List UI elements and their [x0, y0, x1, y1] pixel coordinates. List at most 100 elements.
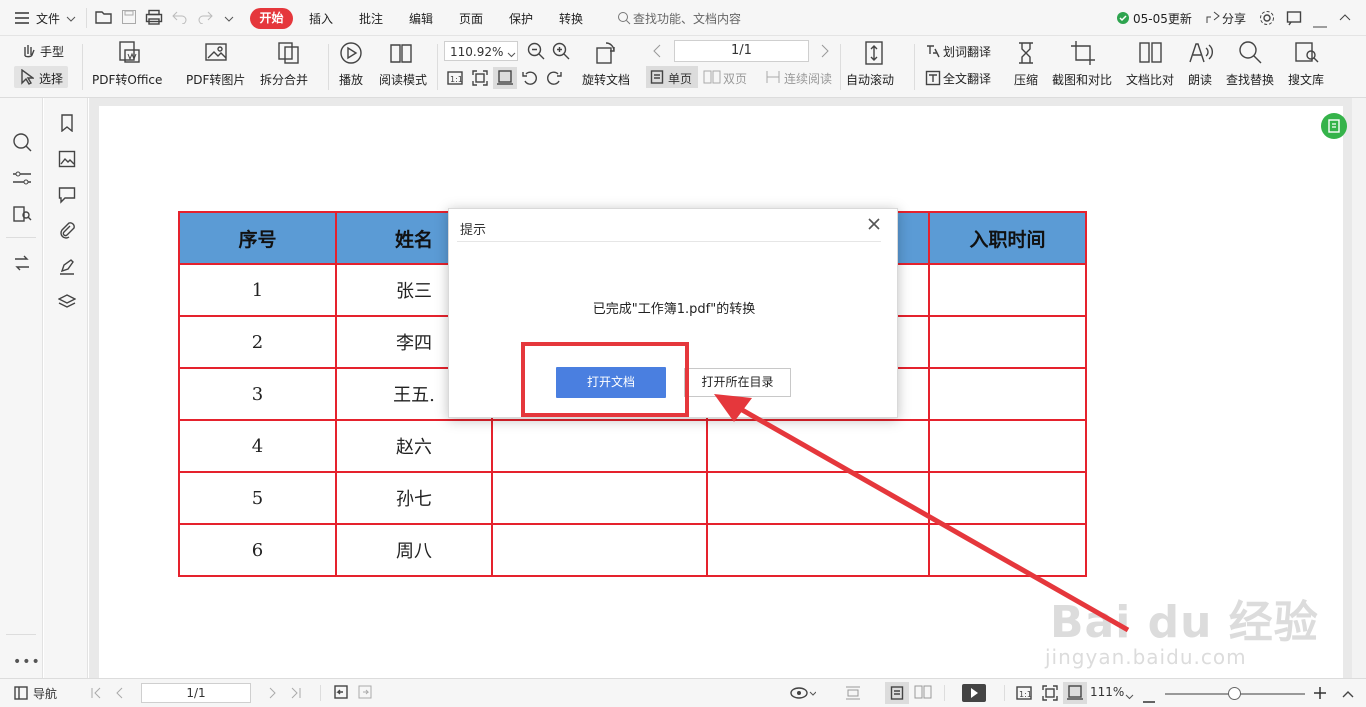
menu-icon[interactable]	[14, 11, 30, 25]
single-page-icon	[890, 686, 904, 703]
zoom-out-icon[interactable]	[1143, 692, 1155, 706]
zoom-slider-handle[interactable]	[1228, 687, 1241, 700]
minimize-icon[interactable]	[1313, 17, 1327, 31]
chevron-down-icon[interactable]	[66, 13, 76, 27]
search-library-button[interactable]: 搜文库	[1288, 71, 1324, 88]
pdf-to-image-button[interactable]: PDF转图片	[186, 71, 245, 88]
navigation-button[interactable]: 导航	[33, 685, 57, 702]
thumbnail-icon[interactable]	[58, 150, 76, 171]
back-icon[interactable]	[334, 685, 348, 702]
fit-width-button[interactable]	[1063, 682, 1087, 704]
prev-page-icon[interactable]	[652, 44, 662, 61]
update-status[interactable]: 05-05更新	[1133, 10, 1192, 27]
tab-start[interactable]: 开始	[250, 8, 293, 29]
find-replace-button[interactable]: 查找替换	[1226, 71, 1274, 88]
convert-icon[interactable]	[12, 253, 32, 273]
zoom-out-icon[interactable]	[527, 42, 545, 63]
signature-icon[interactable]	[58, 257, 76, 278]
menu-bar: 文件 开始 插入 批注 编辑 页面 保护 转换 查找功能、文档内容 05-05更…	[0, 0, 1366, 36]
tab-insert[interactable]: 插入	[309, 10, 333, 27]
file-menu[interactable]: 文件	[36, 10, 60, 27]
fit-width-icon	[497, 70, 513, 89]
read-aloud-button[interactable]: 朗读	[1188, 71, 1212, 88]
settings-slider-icon[interactable]	[12, 168, 32, 188]
last-page-icon[interactable]	[290, 687, 302, 702]
continuous-view-icon[interactable]	[845, 685, 861, 704]
vertical-scrollbar[interactable]	[1352, 98, 1366, 678]
play-slideshow-icon[interactable]	[962, 684, 986, 705]
double-page-view-icon[interactable]	[914, 685, 932, 702]
translate-icon	[925, 43, 941, 62]
zoom-select[interactable]: 110.92%	[444, 41, 518, 61]
more-dropdown-icon[interactable]	[224, 13, 234, 27]
table-cell: 4	[178, 419, 337, 473]
chevron-down-icon[interactable]	[1125, 690, 1134, 704]
fit-page-icon[interactable]	[472, 70, 488, 89]
eye-protection-icon[interactable]	[790, 685, 817, 704]
tab-page[interactable]: 页面	[459, 10, 483, 27]
collapse-icon[interactable]	[1342, 688, 1354, 702]
full-translate-button[interactable]: 全文翻译	[943, 70, 991, 87]
attachment-icon[interactable]	[58, 221, 76, 242]
play-button[interactable]: 播放	[339, 71, 363, 88]
status-page-input[interactable]: 1/1	[141, 683, 251, 703]
bookmark-icon[interactable]	[58, 114, 76, 135]
fit-page-icon[interactable]	[1042, 685, 1058, 704]
pdf-to-office-button[interactable]: PDF转Office	[92, 71, 162, 88]
tab-protect[interactable]: 保护	[509, 10, 533, 27]
single-page-view-button[interactable]	[885, 682, 909, 704]
redo-icon[interactable]	[197, 10, 213, 27]
open-folder-icon[interactable]	[95, 9, 113, 28]
continuous-icon	[765, 70, 781, 87]
capture-compare-button[interactable]: 截图和对比	[1052, 71, 1112, 88]
floating-convert-icon[interactable]	[1321, 113, 1347, 139]
hand-tool-button[interactable]: 手型	[40, 43, 64, 60]
split-merge-button[interactable]: 拆分合并	[260, 71, 308, 88]
tab-edit[interactable]: 编辑	[409, 10, 433, 27]
more-icon[interactable]: •••	[13, 654, 41, 670]
tab-convert[interactable]: 转换	[559, 10, 583, 27]
rotate-doc-button[interactable]: 旋转文档	[582, 71, 630, 88]
undo-icon[interactable]	[172, 10, 188, 27]
actual-size-icon[interactable]: 1:1	[1016, 685, 1032, 704]
message-icon[interactable]	[1286, 10, 1302, 29]
tab-comment[interactable]: 批注	[359, 10, 383, 27]
next-page-icon[interactable]	[820, 44, 830, 61]
select-tool-button[interactable]: 选择	[14, 66, 68, 88]
book-search-icon[interactable]	[12, 204, 32, 224]
continuous-read-button[interactable]: 连续阅读	[784, 70, 832, 87]
fit-width-button[interactable]	[493, 67, 517, 89]
read-mode-button[interactable]: 阅读模式	[379, 71, 427, 88]
prev-page-icon[interactable]	[114, 687, 124, 702]
comment-icon[interactable]	[58, 186, 76, 207]
double-page-button[interactable]: 双页	[723, 70, 747, 87]
layers-icon[interactable]	[57, 293, 77, 314]
forward-icon[interactable]	[358, 685, 372, 702]
search-input[interactable]: 查找功能、文档内容	[633, 10, 741, 27]
compress-button[interactable]: 压缩	[1014, 71, 1038, 88]
doc-compare-button[interactable]: 文档比对	[1126, 71, 1174, 88]
search-icon	[617, 11, 631, 28]
table-cell: 3	[178, 367, 337, 421]
page-input[interactable]: 1/1	[674, 40, 809, 62]
actual-size-icon[interactable]: 1:1	[447, 70, 463, 89]
chevron-down-icon	[507, 48, 516, 62]
gear-icon[interactable]	[1259, 10, 1275, 29]
next-page-icon[interactable]	[268, 687, 278, 702]
rotate-left-icon[interactable]	[522, 70, 538, 89]
collapse-ribbon-icon[interactable]	[1338, 10, 1352, 27]
rotate-right-icon[interactable]	[546, 70, 562, 89]
zoom-in-icon[interactable]	[552, 42, 570, 63]
first-page-icon[interactable]	[90, 687, 102, 702]
find-replace-icon	[1238, 40, 1262, 64]
share-button[interactable]: 分享	[1222, 10, 1246, 27]
word-translate-button[interactable]: 划词翻译	[943, 43, 991, 60]
zoom-level[interactable]: 111%	[1090, 685, 1124, 699]
print-icon[interactable]	[145, 9, 163, 28]
single-page-button[interactable]: 单页	[646, 66, 698, 88]
auto-scroll-button[interactable]: 自动滚动	[846, 71, 894, 88]
save-icon[interactable]	[121, 9, 137, 28]
zoom-in-icon[interactable]	[1314, 687, 1326, 702]
find-icon[interactable]	[12, 132, 32, 152]
close-icon[interactable]	[867, 217, 881, 234]
